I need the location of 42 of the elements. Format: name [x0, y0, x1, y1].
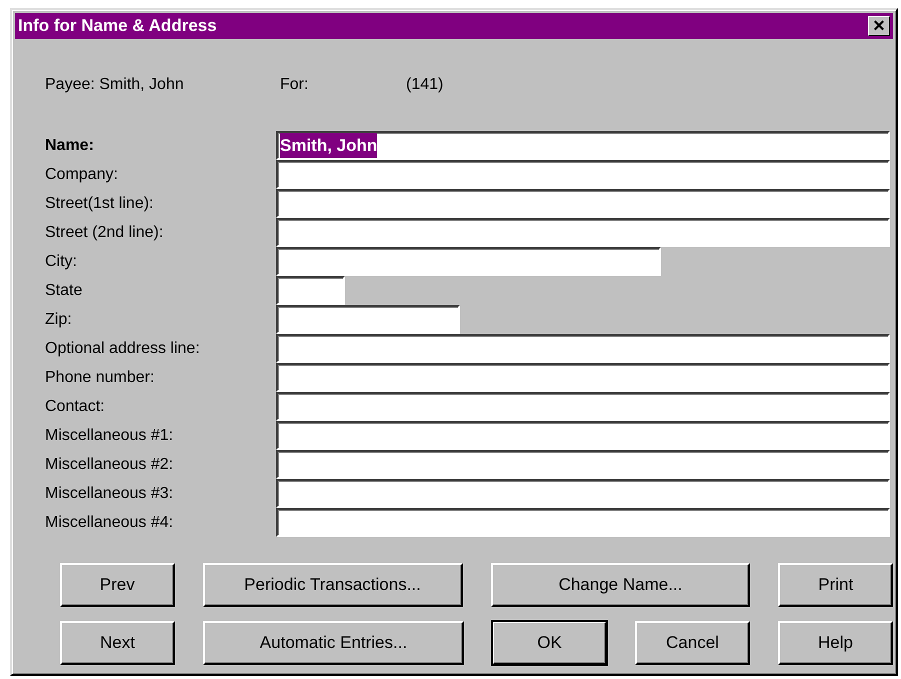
input-field[interactable] — [276, 247, 661, 276]
for-value: (141) — [406, 75, 444, 95]
field-label: Company: — [45, 164, 119, 184]
window-title: Info for Name & Address — [18, 15, 217, 38]
input-field[interactable] — [276, 334, 890, 363]
field-label: Phone number: — [45, 368, 156, 388]
input-field[interactable] — [276, 392, 890, 421]
input-field[interactable]: Smith, John — [276, 131, 890, 160]
input-field[interactable] — [276, 363, 890, 392]
input-field[interactable] — [276, 218, 890, 247]
field-label: City: — [45, 252, 78, 272]
field-label: Name: — [45, 136, 95, 156]
dialog-button[interactable]: Next — [60, 621, 175, 665]
input-field[interactable] — [276, 508, 890, 537]
field-label: Miscellaneous #2: — [45, 454, 174, 474]
input-field[interactable] — [276, 479, 890, 508]
dialog-button[interactable]: OK — [492, 621, 607, 665]
close-button[interactable]: × — [868, 16, 890, 36]
field-label: Street(1st line): — [45, 194, 154, 214]
field-label: Miscellaneous #3: — [45, 484, 174, 504]
input-field[interactable] — [276, 189, 890, 218]
input-field[interactable] — [276, 276, 345, 305]
input-field[interactable] — [276, 421, 890, 450]
dialog-button[interactable]: Automatic Entries... — [203, 621, 464, 665]
field-label: Optional address line: — [45, 338, 201, 358]
dialog-button[interactable]: Change Name... — [490, 563, 750, 607]
field-label: Street (2nd line): — [45, 222, 164, 242]
dialog-button[interactable]: Periodic Transactions... — [202, 563, 462, 607]
payee-text: Payee: Smith, John — [45, 75, 185, 95]
dialog-button[interactable]: Print — [778, 563, 893, 607]
field-label: State — [45, 280, 84, 300]
field-label: Contact: — [45, 396, 106, 416]
field-label: Zip: — [45, 310, 73, 330]
dialog-button[interactable]: Cancel — [635, 621, 750, 665]
dialog-button[interactable]: Help — [778, 621, 893, 665]
dialog-button[interactable]: Prev — [60, 563, 175, 607]
field-label: Miscellaneous #1: — [45, 426, 174, 446]
input-field[interactable] — [276, 160, 890, 189]
input-field[interactable] — [276, 305, 460, 334]
field-label: Miscellaneous #4: — [45, 512, 174, 532]
for-label: For: — [280, 75, 310, 95]
input-field[interactable] — [276, 450, 890, 479]
